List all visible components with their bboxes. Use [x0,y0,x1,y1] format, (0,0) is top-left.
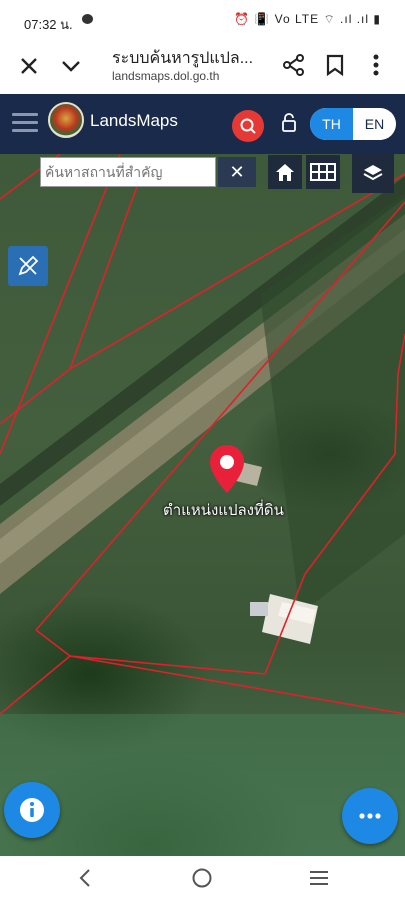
clear-search-button[interactable]: ✕ [218,157,256,187]
share-icon[interactable] [279,50,309,80]
menu-icon[interactable] [12,113,38,137]
recents-icon[interactable] [304,864,334,892]
more-vert-icon[interactable] [361,50,391,80]
edit-tool-icon[interactable] [8,246,48,286]
grid-icon[interactable] [306,155,340,189]
system-nav-bar [0,856,405,900]
bookmark-icon[interactable] [320,50,350,80]
lock-icon[interactable] [281,113,297,138]
home-circle-icon[interactable] [187,864,217,892]
page-title: ระบบค้นหารูปแปล... [112,50,254,67]
language-toggle[interactable]: TH EN [310,108,396,140]
more-options-button[interactable] [342,788,398,844]
search-button[interactable] [232,110,264,142]
close-icon[interactable] [14,51,44,81]
info-button[interactable] [4,782,60,838]
marker-label: ตำแหน่งแปลงที่ดิน [163,502,284,519]
place-search-input[interactable] [40,157,216,187]
back-icon[interactable] [70,864,100,892]
notification-icon [82,14,93,24]
status-time: 07:32 น. [24,17,73,32]
brand-name: LandsMaps [90,111,178,130]
status-indicators: ⏰ 📳 Vo LTE ⌔ .ıl .ıl ▮ [234,12,381,26]
lang-en-button[interactable]: EN [353,108,396,140]
location-pin-icon[interactable] [209,444,245,499]
status-bar: 07:32 น. ⏰ 📳 Vo LTE ⌔ .ıl .ıl ▮ [0,0,405,38]
home-icon[interactable] [268,155,302,189]
browser-toolbar: ระบบค้นหารูปแปล... landsmaps.dol.go.th [0,38,405,94]
dol-logo [48,102,84,138]
lang-th-button[interactable]: TH [310,108,353,140]
page-url[interactable]: landsmaps.dol.go.th [112,69,219,83]
chevron-down-icon[interactable] [56,51,86,81]
layers-icon[interactable] [352,153,394,193]
